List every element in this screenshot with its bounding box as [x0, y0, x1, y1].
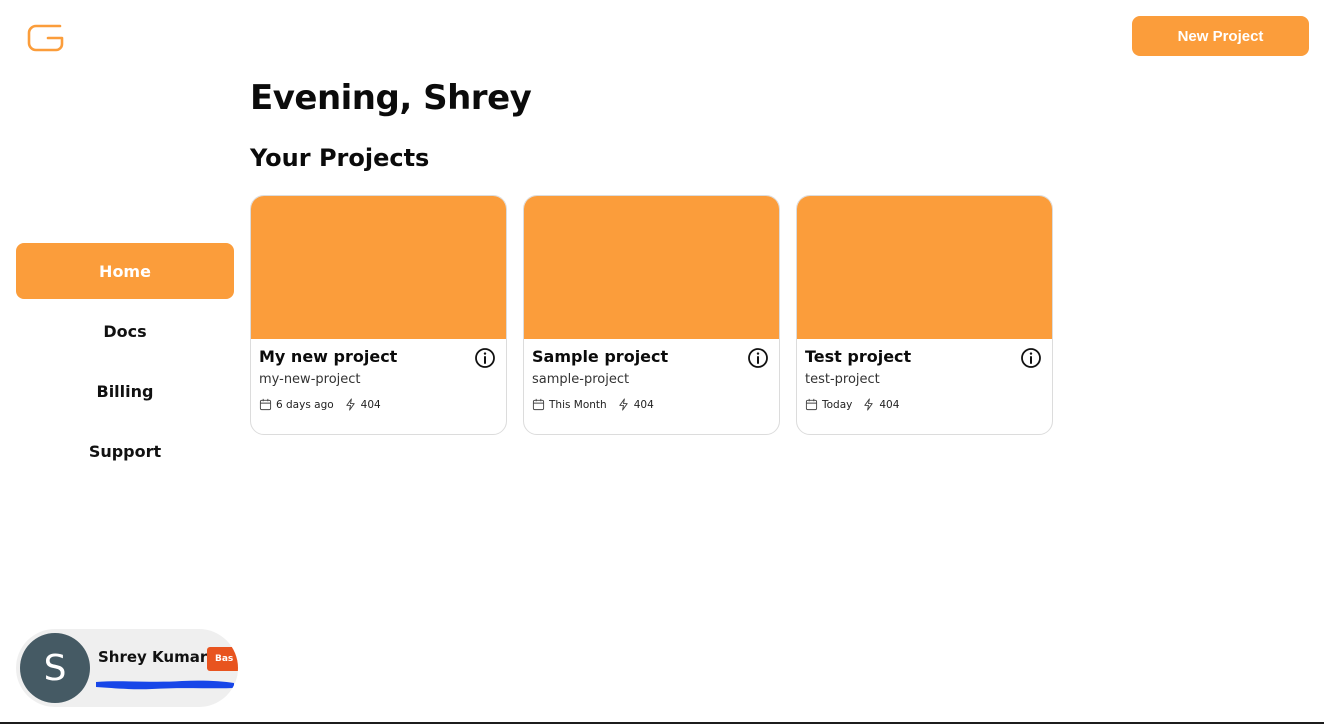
sidebar-item-home[interactable]: Home: [16, 243, 234, 299]
project-thumbnail: [524, 196, 779, 339]
project-slug: sample-project: [532, 372, 630, 387]
project-date: 6 days ago: [276, 398, 334, 411]
avatar: S: [20, 633, 90, 703]
project-thumbnail: [797, 196, 1052, 339]
project-card[interactable]: Sample project sample-project This Month…: [523, 195, 780, 435]
sidebar-nav: Home Docs Billing Support: [16, 243, 234, 483]
new-project-button[interactable]: New Project: [1132, 16, 1309, 56]
project-thumbnail: [251, 196, 506, 339]
calendar-icon: [259, 398, 272, 411]
logo[interactable]: [26, 21, 66, 55]
project-slug: test-project: [805, 372, 880, 387]
project-meta: 6 days ago 404: [259, 398, 381, 411]
project-status: 404: [879, 398, 900, 411]
info-icon[interactable]: [474, 347, 496, 369]
user-name: Shrey Kumar: [98, 648, 208, 666]
plan-badge: Bas: [207, 647, 238, 671]
project-list: My new project my-new-project 6 days ago…: [250, 195, 1053, 435]
project-title: Test project: [805, 347, 912, 366]
project-card[interactable]: Test project test-project Today 404: [796, 195, 1053, 435]
sidebar-item-docs[interactable]: Docs: [16, 303, 234, 359]
redacted-email-scribble: [96, 680, 234, 690]
bolt-icon: [619, 398, 628, 411]
project-slug: my-new-project: [259, 372, 361, 387]
project-status: 404: [360, 398, 381, 411]
project-meta: Today 404: [805, 398, 899, 411]
project-date: This Month: [549, 398, 607, 411]
bolt-icon: [864, 398, 874, 411]
g-logo-icon: [27, 24, 64, 52]
project-title: My new project: [259, 347, 398, 366]
info-icon[interactable]: [747, 347, 769, 369]
bolt-icon: [345, 398, 355, 411]
sidebar-item-billing[interactable]: Billing: [16, 363, 234, 419]
sidebar-item-support[interactable]: Support: [16, 423, 234, 479]
calendar-icon: [805, 398, 818, 411]
project-status: 404: [633, 398, 654, 411]
user-profile[interactable]: S Shrey Kumar Bas: [16, 629, 238, 707]
project-meta: This Month 404: [532, 398, 654, 411]
info-icon[interactable]: [1020, 347, 1042, 369]
project-date: Today: [822, 398, 853, 411]
calendar-icon: [532, 398, 545, 411]
section-title: Your Projects: [250, 144, 430, 172]
project-title: Sample project: [532, 347, 669, 366]
project-card[interactable]: My new project my-new-project 6 days ago…: [250, 195, 507, 435]
page-greeting: Evening, Shrey: [250, 78, 532, 118]
